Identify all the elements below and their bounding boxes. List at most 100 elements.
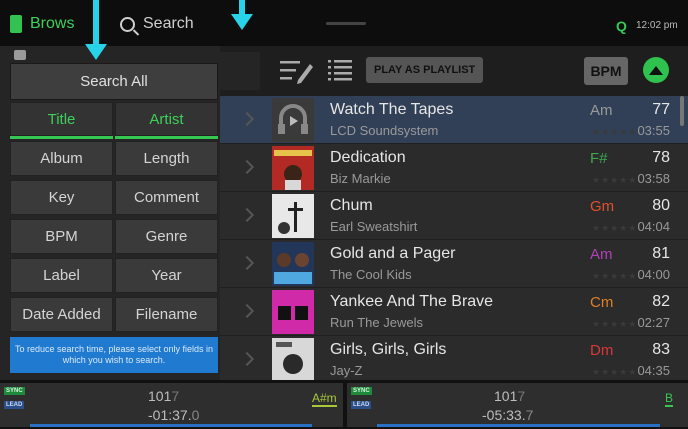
rating-stars[interactable]: ★★★★★: [592, 319, 637, 330]
track-title: Yankee And The Brave: [330, 293, 494, 310]
arrow-shaft-left: [93, 0, 99, 46]
drag-handle[interactable]: [326, 22, 366, 25]
track-row[interactable]: Gold and a Pager The Cool Kids Am ★★★★★ 81 04…: [220, 240, 688, 288]
track-bpm: 82: [652, 293, 670, 310]
album-art: [272, 194, 314, 238]
arrow-down-icon: [85, 44, 107, 60]
list-view-icon[interactable]: [328, 58, 352, 84]
album-art: [272, 242, 314, 286]
search-field-length[interactable]: Length: [115, 141, 218, 176]
track-title: Chum: [330, 197, 373, 214]
track-duration: 04:00: [637, 267, 670, 282]
track-duration: 04:04: [637, 219, 670, 234]
chevron-right-icon[interactable]: [239, 111, 255, 127]
search-field-comment[interactable]: Comment: [115, 180, 218, 215]
track-key: Am: [590, 102, 613, 119]
search-field-filename[interactable]: Filename: [115, 297, 218, 332]
browse-tab-label: Brows: [30, 15, 75, 32]
rating-stars[interactable]: ★★★★★: [592, 271, 637, 282]
track-artist: The Cool Kids: [330, 267, 412, 282]
browse-tab[interactable]: Brows: [10, 10, 74, 38]
deck-progress-strip: [30, 424, 312, 427]
album-art: [272, 146, 314, 190]
search-all-button[interactable]: Search All: [10, 63, 218, 100]
deck-time: -05:33.7: [482, 407, 534, 423]
track-row[interactable]: Yankee And The Brave Run The Jewels Cm ★★★★…: [220, 288, 688, 336]
track-row[interactable]: Girls, Girls, Girls Jay-Z Dm ★★★★★ 83 04:35: [220, 336, 688, 384]
deck-1[interactable]: SYNC LEAD 1017 -01:37.0 A#m: [0, 383, 343, 427]
track-duration: 03:58: [637, 171, 670, 186]
album-art: [272, 290, 314, 334]
search-field-bpm[interactable]: BPM: [10, 219, 113, 254]
chevron-right-icon[interactable]: [239, 207, 255, 223]
track-key: F#: [590, 150, 608, 167]
play-as-playlist-button[interactable]: PLAY AS PLAYLIST: [366, 57, 484, 83]
track-key: Am: [590, 246, 613, 263]
toolbar-spacer: [220, 52, 260, 90]
track-artist: Earl Sweatshirt: [330, 219, 418, 234]
track-duration: 02:27: [637, 315, 670, 330]
book-icon: [10, 15, 22, 33]
track-title: Girls, Girls, Girls: [330, 341, 447, 358]
search-notice: To reduce search time, please select onl…: [10, 337, 218, 373]
deck-key: A#m: [312, 391, 337, 407]
arrow-down-icon: [231, 14, 253, 30]
track-artist: Biz Markie: [330, 171, 391, 186]
search-tab-label: Search: [143, 15, 194, 32]
search-tab[interactable]: Search: [120, 10, 194, 38]
lead-badge[interactable]: LEAD: [4, 401, 25, 409]
track-artist: Jay-Z: [330, 363, 363, 378]
edit-list-icon[interactable]: [280, 58, 314, 84]
deck-bpm: 1017: [494, 388, 526, 404]
scrollbar[interactable]: [680, 96, 684, 126]
deck-bpm: 1017: [148, 388, 180, 404]
track-duration: 04:35: [637, 363, 670, 378]
chevron-right-icon[interactable]: [239, 159, 255, 175]
track-duration: 03:55: [637, 123, 670, 138]
q-icon: Q: [616, 18, 627, 34]
chevron-right-icon[interactable]: [239, 255, 255, 271]
deck-2[interactable]: SYNC LEAD 1017 -05:33.7 B: [347, 383, 688, 427]
search-field-date-added[interactable]: Date Added: [10, 297, 113, 332]
rating-stars[interactable]: ★★★★★: [592, 175, 637, 186]
track-key: Dm: [590, 342, 614, 359]
track-title: Gold and a Pager: [330, 245, 456, 262]
track-key: Cm: [590, 294, 614, 311]
rating-stars[interactable]: ★★★★★: [592, 223, 637, 234]
search-field-genre[interactable]: Genre: [115, 219, 218, 254]
search-field-artist[interactable]: Artist: [115, 102, 218, 139]
arrow-up-icon: [649, 65, 663, 75]
search-field-label[interactable]: Label: [10, 258, 113, 293]
sync-badge[interactable]: SYNC: [351, 387, 372, 395]
track-bpm: 78: [652, 149, 670, 166]
panel-icon: [14, 50, 26, 60]
deck-key: B: [665, 391, 674, 407]
search-field-key[interactable]: Key: [10, 180, 113, 215]
scroll-up-button[interactable]: [643, 57, 669, 83]
track-artist: Run The Jewels: [330, 315, 423, 330]
track-title: Dedication: [330, 149, 406, 166]
search-field-year[interactable]: Year: [115, 258, 218, 293]
clock: 12:02 pm: [636, 20, 678, 31]
album-art: [272, 98, 314, 142]
track-row[interactable]: Chum Earl Sweatshirt Gm ★★★★★ 80 04:04: [220, 192, 688, 240]
search-field-album[interactable]: Album: [10, 141, 113, 176]
search-icon: [120, 16, 135, 32]
deck-time: -01:37.0: [148, 407, 200, 423]
chevron-right-icon[interactable]: [239, 303, 255, 319]
lead-badge[interactable]: LEAD: [351, 401, 372, 409]
rating-stars[interactable]: ★★★★★: [592, 367, 637, 378]
deck-progress-strip: [377, 424, 660, 427]
track-bpm: 77: [652, 101, 670, 118]
chevron-right-icon[interactable]: [239, 351, 255, 367]
track-row[interactable]: Dedication Biz Markie F# ★★★★★ 78 03:58: [220, 144, 688, 192]
track-artist: LCD Soundsystem: [330, 123, 439, 138]
track-title: Watch The Tapes: [330, 101, 454, 118]
sync-badge[interactable]: SYNC: [4, 387, 25, 395]
bpm-sort-button[interactable]: BPM: [584, 57, 628, 85]
track-bpm: 83: [652, 341, 670, 358]
track-bpm: 81: [652, 245, 670, 262]
search-field-title[interactable]: Title: [10, 102, 113, 139]
rating-stars[interactable]: ★★★★★: [592, 127, 637, 138]
track-row[interactable]: Watch The Tapes LCD Soundsystem Am ★★★★★ 77 0…: [220, 96, 688, 144]
